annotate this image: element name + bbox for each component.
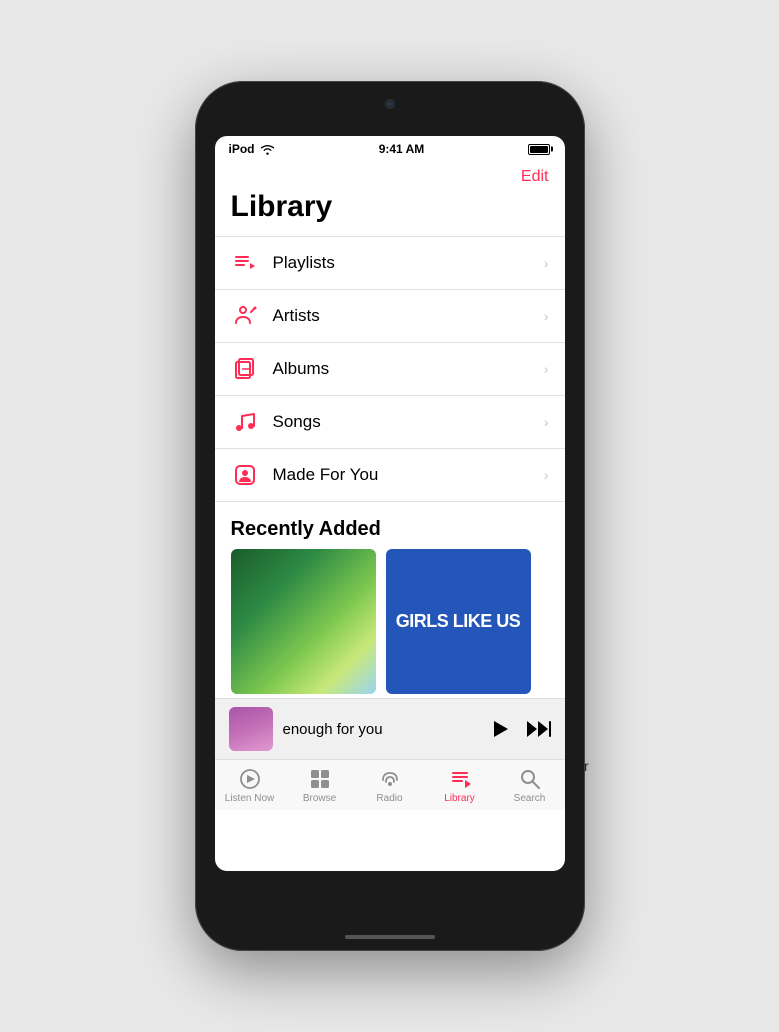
artists-chevron: › xyxy=(544,308,549,324)
album-art-1[interactable] xyxy=(231,549,376,694)
album-art-2[interactable]: GIRLS LIKE US xyxy=(386,549,531,694)
made-for-you-label: Made For You xyxy=(273,465,530,485)
carrier-label: iPod xyxy=(229,142,255,156)
tab-browse[interactable]: Browse xyxy=(292,768,347,804)
home-indicator[interactable] xyxy=(345,935,435,939)
wifi-icon xyxy=(260,144,275,155)
scene: Touchez pour voirplus de catégories. Lec… xyxy=(0,0,779,1032)
tab-browse-label: Browse xyxy=(303,793,336,804)
battery-icon xyxy=(528,144,550,155)
camera xyxy=(385,99,395,109)
content-area: Edit Library Playlists xyxy=(215,160,565,871)
artists-label: Artists xyxy=(273,306,530,326)
tab-listen-now[interactable]: Listen Now xyxy=(222,768,277,804)
library-item-artists[interactable]: Artists › xyxy=(215,290,565,343)
tab-library-label: Library xyxy=(444,793,475,804)
tab-radio[interactable]: Radio xyxy=(362,768,417,804)
albums-label: Albums xyxy=(273,359,530,379)
player-song-title: enough for you xyxy=(283,721,479,738)
songs-label: Songs xyxy=(273,412,530,432)
artists-icon xyxy=(231,302,259,330)
albums-icon xyxy=(231,355,259,383)
recently-added-header: Recently Added xyxy=(215,502,565,549)
page-title: Library xyxy=(215,190,565,236)
made-for-you-icon xyxy=(231,461,259,489)
forward-button[interactable] xyxy=(527,719,551,739)
ipod-device: iPod 9:41 AM xyxy=(195,81,585,951)
radio-icon xyxy=(379,768,401,790)
player-art-inner xyxy=(229,707,273,751)
status-right xyxy=(528,144,550,155)
screen: iPod 9:41 AM xyxy=(215,136,565,871)
tab-search-label: Search xyxy=(514,793,546,804)
library-icon xyxy=(449,768,471,790)
library-item-songs[interactable]: Songs › xyxy=(215,396,565,449)
library-item-playlists[interactable]: Playlists › xyxy=(215,237,565,290)
tab-library[interactable]: Library xyxy=(432,768,487,804)
tab-radio-label: Radio xyxy=(376,793,402,804)
header: Edit xyxy=(215,160,565,190)
search-icon xyxy=(519,768,541,790)
playlists-label: Playlists xyxy=(273,253,530,273)
edit-button[interactable]: Edit xyxy=(521,168,549,186)
albums-chevron: › xyxy=(544,361,549,377)
listen-now-icon xyxy=(239,768,261,790)
songs-icon xyxy=(231,408,259,436)
tab-bar: Listen Now Browse xyxy=(215,759,565,810)
time-display: 9:41 AM xyxy=(379,142,425,156)
songs-chevron: › xyxy=(544,414,549,430)
tab-search[interactable]: Search xyxy=(502,768,557,804)
battery-fill xyxy=(530,146,548,153)
play-button[interactable] xyxy=(489,718,511,740)
library-list: Playlists › Artist xyxy=(215,236,565,502)
playlists-chevron: › xyxy=(544,255,549,271)
album-art-2-text: GIRLS LIKE US xyxy=(388,603,529,640)
library-item-made-for-you[interactable]: Made For You › xyxy=(215,449,565,502)
status-bar: iPod 9:41 AM xyxy=(215,136,565,160)
made-for-you-chevron: › xyxy=(544,467,549,483)
library-item-albums[interactable]: Albums › xyxy=(215,343,565,396)
player-controls xyxy=(489,718,551,740)
status-left: iPod xyxy=(229,142,275,156)
browse-icon xyxy=(309,768,331,790)
player-album-art xyxy=(229,707,273,751)
playlists-icon xyxy=(231,249,259,277)
albums-row: GIRLS LIKE US xyxy=(215,549,565,694)
tab-listen-now-label: Listen Now xyxy=(225,793,274,804)
mini-player[interactable]: enough for you xyxy=(215,698,565,759)
